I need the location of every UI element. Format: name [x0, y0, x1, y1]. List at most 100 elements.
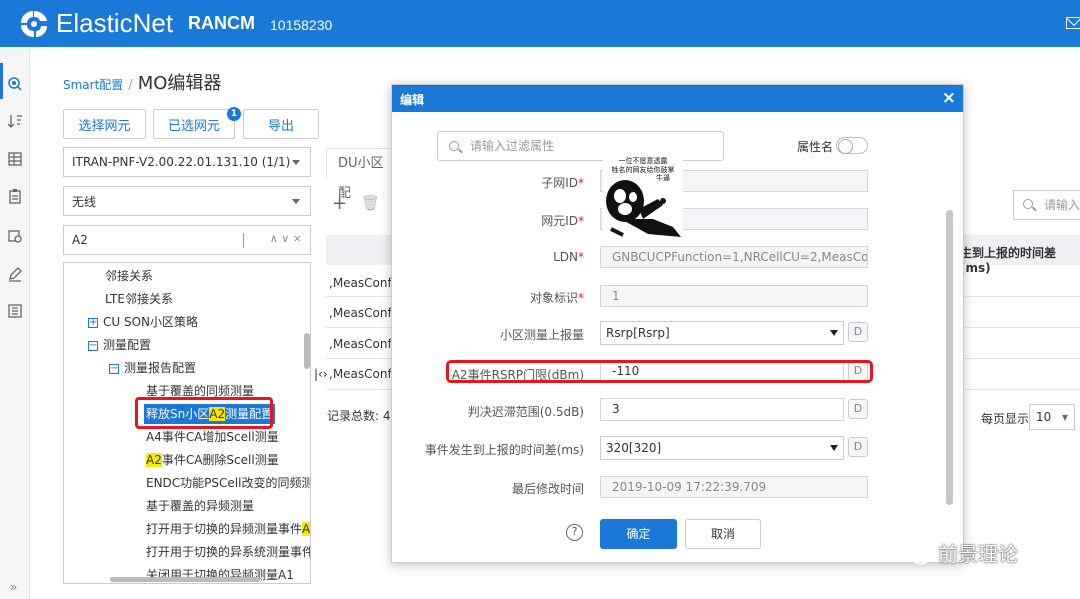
- column-resize-handle[interactable]: |‹›: [314, 367, 328, 381]
- list-nav-icon[interactable]: [7, 303, 23, 319]
- tree-item[interactable]: 打开用于切换的异系统测量事件: [146, 542, 311, 562]
- sticker-text: 姓名的网友给你鼓掌: [611, 166, 675, 174]
- breadcrumb: Smart配置 / MO编辑器: [63, 69, 221, 95]
- field-label-object-id: 对象标识*: [529, 291, 584, 305]
- collapse-icon[interactable]: −: [109, 363, 119, 374]
- page-title: MO编辑器: [137, 73, 222, 94]
- chevron-down-icon: ▾: [1061, 410, 1068, 424]
- default-button[interactable]: D: [848, 399, 868, 419]
- tree-item-label: LTE邻接关系: [105, 292, 173, 306]
- tree-item[interactable]: 基于覆盖的异频测量: [146, 496, 254, 516]
- help-icon[interactable]: ?: [566, 524, 583, 541]
- tree-item-label: 基于覆盖的同频测量: [146, 384, 255, 398]
- breadcrumb-parent[interactable]: Smart配置: [63, 76, 123, 93]
- field-label-last-modified: 最后修改时间: [511, 482, 584, 496]
- object-id-field: 1: [600, 285, 868, 307]
- settings-nav-icon[interactable]: [7, 228, 23, 244]
- annotation-highlight-box: [446, 360, 873, 383]
- tree-item-label: 打开用于切换的异系统测量事件: [146, 545, 311, 559]
- tree-item-label: ENDC功能PSCell改变的同频测量: [146, 476, 311, 490]
- chevron-down-icon: [292, 199, 300, 204]
- add-icon[interactable]: +: [332, 193, 347, 214]
- modal-header: 编辑 ×: [392, 85, 963, 112]
- field-label-ne-id: 网元ID*: [541, 214, 584, 228]
- tree-item-label: 基于覆盖的异频测量: [146, 499, 255, 513]
- user-id: 10158230: [270, 17, 333, 33]
- attribute-name-toggle[interactable]: [836, 137, 868, 154]
- tree-item[interactable]: ENDC功能PSCell改变的同频测量: [146, 473, 311, 493]
- report-quantity-select[interactable]: Rsrp[Rsrp]: [600, 321, 844, 345]
- tree-vertical-scrollbar[interactable]: [304, 333, 310, 369]
- tree-item[interactable]: + CU SON小区策略: [88, 312, 198, 332]
- time-to-trigger-select[interactable]: 320[320]: [600, 436, 844, 460]
- wechat-watermark: 前景理论: [898, 538, 1018, 567]
- grid-search-placeholder: 请输入: [1044, 198, 1080, 212]
- hysteresis-input[interactable]: 3: [600, 398, 844, 421]
- tree-item-label: CU SON小区策略: [103, 315, 199, 329]
- tree-item[interactable]: A4事件CA增加Scell测量: [146, 427, 279, 447]
- trash-icon[interactable]: 🗑: [361, 194, 380, 212]
- nav-active-indicator: [0, 63, 3, 99]
- panda-sticker: 一位不愿意透露 姓名的网友给你鼓掌 牛逼: [603, 155, 683, 240]
- tree-item[interactable]: 打开用于切换的异频测量事件A: [146, 519, 310, 539]
- field-label-subnet-id: 子网ID*: [541, 176, 584, 190]
- chevron-down-icon: [292, 160, 300, 165]
- tree-horizontal-scrollbar[interactable]: [110, 577, 260, 582]
- version-select[interactable]: ITRAN-PNF-V2.00.22.01.131.10 (1/1): [63, 147, 311, 177]
- app-name: RANCM: [188, 13, 255, 33]
- expand-icon[interactable]: +: [88, 317, 98, 328]
- type-select-value: 无线: [72, 194, 97, 209]
- close-icon[interactable]: ×: [942, 88, 956, 108]
- export-button[interactable]: 导出: [243, 109, 319, 139]
- tree-item[interactable]: − 测量配置: [88, 335, 151, 355]
- tree-item[interactable]: 邻接关系: [105, 266, 153, 286]
- field-label-ldn: LDN*: [553, 250, 584, 264]
- tree-search-input[interactable]: A2 ∧ ∨ ×: [63, 225, 311, 255]
- confirm-button[interactable]: 确定: [600, 519, 677, 549]
- page-size-label: 每页显示: [981, 412, 1030, 426]
- smart-config-nav-icon[interactable]: [7, 76, 23, 92]
- field-label-time-to-trigger: 事件发生到上报的时间差(ms): [424, 443, 584, 457]
- default-button[interactable]: D: [848, 322, 868, 342]
- selected-ne-button[interactable]: 已选网元: [153, 109, 235, 139]
- default-button[interactable]: D: [848, 437, 868, 457]
- side-nav: »: [0, 47, 30, 599]
- modal-title: 编辑: [400, 93, 425, 107]
- select-ne-button[interactable]: 选择网元: [63, 109, 146, 139]
- cancel-button[interactable]: 取消: [685, 519, 761, 549]
- elasticnet-logo-icon: [21, 10, 47, 37]
- table-nav-icon[interactable]: [7, 151, 23, 167]
- page-size-value: 10: [1036, 410, 1052, 424]
- divider: [243, 233, 244, 248]
- grid-search-input[interactable]: 请输入: [1013, 190, 1080, 220]
- selected-count-badge: 1: [227, 107, 241, 121]
- tree-item-label: 事件CA删除Scell测量: [161, 453, 279, 467]
- page-size-select[interactable]: 10 ▾: [1029, 404, 1075, 430]
- expand-sidebar-icon[interactable]: »: [10, 580, 17, 594]
- search-highlight: A: [302, 522, 311, 536]
- version-select-value: ITRAN-PNF-V2.00.22.01.131.10 (1/1): [72, 155, 291, 169]
- search-highlight: A2: [146, 453, 162, 467]
- annotation-highlight-box: [135, 397, 273, 429]
- search-nav-controls[interactable]: ∧ ∨ ×: [270, 232, 302, 245]
- tree-item[interactable]: A2事件CA删除Scell测量: [146, 450, 279, 470]
- sort-nav-icon[interactable]: [7, 113, 23, 129]
- panda-clapping-icon: [606, 180, 681, 237]
- top-bar: ElasticNet RANCM 10158230: [0, 0, 1080, 47]
- brand[interactable]: ElasticNet: [18, 8, 173, 39]
- modal-scrollbar[interactable]: [946, 210, 953, 505]
- watermark-text: 前景理论: [938, 542, 1018, 566]
- clipboard-nav-icon[interactable]: [7, 188, 23, 204]
- filter-placeholder: 请输入过滤属性: [470, 139, 555, 153]
- edit-nav-icon[interactable]: [7, 266, 23, 282]
- breadcrumb-separator: /: [128, 78, 133, 93]
- type-select[interactable]: 无线: [63, 186, 311, 216]
- tree-item-label: 打开用于切换的异频测量事件: [146, 522, 303, 536]
- tree-search-value: A2: [72, 233, 88, 247]
- tree-item-label: A4事件CA增加Scell测量: [146, 430, 279, 444]
- mail-icon[interactable]: [1066, 17, 1080, 29]
- tree-item[interactable]: − 测量报告配置: [109, 358, 196, 378]
- collapse-icon[interactable]: −: [88, 340, 98, 351]
- tree-item[interactable]: LTE邻接关系: [105, 289, 173, 309]
- last-modified-field: 2019-10-09 17:22:39.709: [600, 476, 868, 498]
